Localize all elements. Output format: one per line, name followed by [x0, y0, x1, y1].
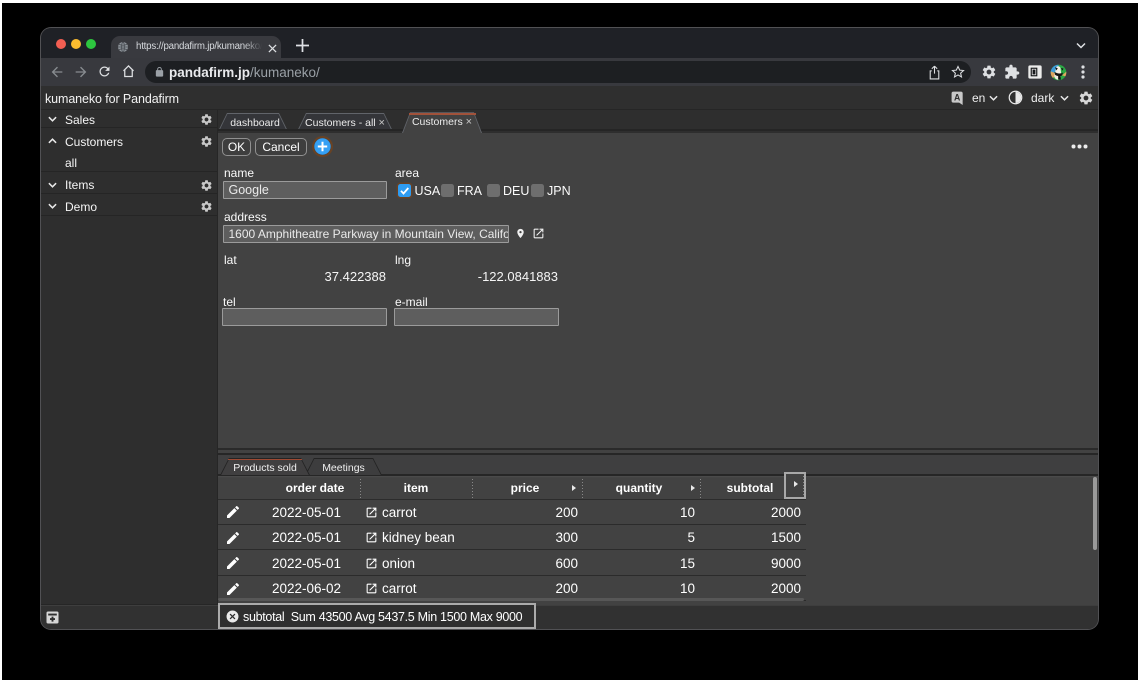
- svg-text:A: A: [954, 93, 961, 103]
